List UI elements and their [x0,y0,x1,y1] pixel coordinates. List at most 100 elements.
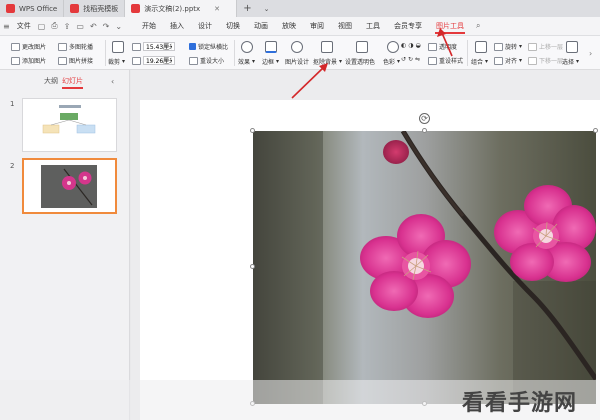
menu-file[interactable]: 文件 [13,17,35,36]
remove-background-button[interactable]: 抠除背景 ▾ [313,57,342,66]
picture-tools-ribbon: 更改图片 添加图片 多图轮播 图片拼接 裁剪▾ 锁定纵横比 重设大小 效果▾ 边… [0,36,600,70]
set-transparent-button[interactable]: 设置透明色 [345,57,375,66]
resize-handle-n[interactable] [422,128,427,133]
select-icon[interactable] [566,41,578,53]
group-icon[interactable] [475,41,487,53]
up-layer-icon [528,42,537,51]
label: 边框 [262,59,275,66]
rotate-left-icon[interactable]: ↺ [401,56,406,63]
undo-icon[interactable]: ↶ [87,22,100,31]
label: 更改图片 [22,44,47,51]
adjust-controls: ◐ ◑ ◒ [401,42,421,49]
plum-blossom-picture[interactable] [253,131,596,404]
chevron-right-icon[interactable]: › [589,49,592,58]
slide-number: 2 [10,162,15,170]
effects-button[interactable]: 效果 ▾ [238,57,255,66]
transparency-button[interactable]: 透明度 [428,42,457,51]
color-button[interactable]: 色彩 ▾ [383,57,400,66]
height-icon [132,56,141,65]
change-picture-button[interactable]: 更改图片 [11,42,46,51]
lock-ratio-checkbox[interactable]: 锁定纵横比 [189,42,228,51]
border-icon[interactable] [265,41,277,53]
close-icon[interactable]: ✕ [214,5,220,13]
menu-review[interactable]: 审阅 [303,17,331,36]
new-tab-icon[interactable]: + [237,3,257,14]
crop-icon[interactable] [112,41,124,53]
down-layer-icon [528,56,537,65]
menu-insert[interactable]: 插入 [163,17,191,36]
brightness-down-icon[interactable]: ◑ [408,42,413,49]
contrast-icon[interactable]: ◒ [416,42,421,49]
height-input[interactable] [143,56,175,65]
border-button[interactable]: 边框 ▾ [262,57,279,66]
chevron-down-icon: ▾ [519,57,523,64]
chevron-down-icon: ▾ [276,58,280,65]
menu-tools[interactable]: 工具 [359,17,387,36]
chevron-down-icon: ▾ [519,43,523,50]
preview-icon[interactable]: ▭ [73,22,87,31]
redo-icon[interactable]: ↷ [100,22,113,31]
menu-slideshow[interactable]: 放映 [275,17,303,36]
up-layer-button[interactable]: 上移一层 [528,42,563,51]
select-button[interactable]: 选择 ▾ [562,57,579,66]
tab-presentation[interactable]: 演示文稿(2).pptx ✕ [125,0,238,17]
tab-outline[interactable]: 大纲 [44,76,58,86]
brightness-up-icon[interactable]: ◐ [401,42,406,49]
group-button[interactable]: 组合 ▾ [471,57,488,66]
menu-bar: ≡ 文件 ▢ ⎙ ⇪ ▭ ↶ ↷ ⌄ 开始 插入 设计 切换 动画 放映 审阅 … [0,17,600,36]
flip-icon[interactable]: ⇋ [415,56,420,63]
change-picture-icon [11,42,20,51]
label: 重设样式 [439,58,464,65]
slide-thumbnail-2[interactable] [22,158,117,214]
width-input[interactable] [143,42,175,51]
picture-combine-button[interactable]: 图片拼接 [58,56,93,65]
rotate-right-icon[interactable]: ↻ [408,56,413,63]
rotate-button[interactable]: 旋转 ▾ [494,42,522,51]
print-icon[interactable]: ⎙ [48,21,60,31]
color-icon[interactable] [387,41,399,53]
effects-icon[interactable] [241,41,253,53]
label: 设置透明色 [345,59,376,66]
menu-icon[interactable]: ≡ [0,22,13,31]
down-layer-button[interactable]: 下移一层 [528,56,563,65]
resize-handle-w[interactable] [250,264,255,269]
save-icon[interactable]: ▢ [35,22,49,31]
reset-size-button[interactable]: 重设大小 [189,56,224,65]
blossom-image [253,131,596,404]
menu-animation[interactable]: 动画 [247,17,275,36]
chevron-down-icon[interactable]: ⌄ [258,5,276,13]
multi-crop-button[interactable]: 多图轮播 [58,42,93,51]
export-icon[interactable]: ⇪ [61,22,74,31]
menu-picture-tools[interactable]: 图片工具 [429,17,471,36]
align-button[interactable]: 对齐 ▾ [494,56,522,65]
picture-design-button[interactable]: 图片设计 [285,57,309,66]
remove-background-icon[interactable] [321,41,333,53]
label: 旋转 [505,44,518,51]
collapse-panel-icon[interactable]: ‹ [111,77,114,86]
menu-view[interactable]: 视图 [331,17,359,36]
label: 组合 [471,59,484,66]
width-field[interactable] [132,42,175,51]
rotate-handle-icon[interactable]: ⟳ [419,113,430,124]
label: 效果 [238,59,251,66]
resize-handle-nw[interactable] [250,128,255,133]
menu-member[interactable]: 会员专享 [387,17,429,36]
tab-slides[interactable]: 幻灯片 [62,76,83,89]
resize-handle-ne[interactable] [593,128,598,133]
reset-style-button[interactable]: 重设样式 [428,56,463,65]
menu-design[interactable]: 设计 [191,17,219,36]
transparent-color-icon[interactable] [356,41,368,53]
crop-button[interactable]: 裁剪 ▾ [108,57,125,66]
menu-home[interactable]: 开始 [135,17,163,36]
tab-template-store[interactable]: 找稻壳模板 [64,0,126,17]
more-chevron-icon[interactable]: ⌄ [112,22,125,31]
rotate-icon [494,42,503,51]
picture-design-icon[interactable] [291,41,303,53]
tab-wps-office[interactable]: WPS Office [0,0,65,17]
add-picture-button[interactable]: 添加图片 [11,56,46,65]
search-icon[interactable]: ⌕ [473,21,483,31]
chevron-down-icon: ▾ [576,58,580,65]
height-field[interactable] [132,56,175,65]
menu-transition[interactable]: 切换 [219,17,247,36]
slide-thumbnail-1[interactable] [22,98,117,152]
